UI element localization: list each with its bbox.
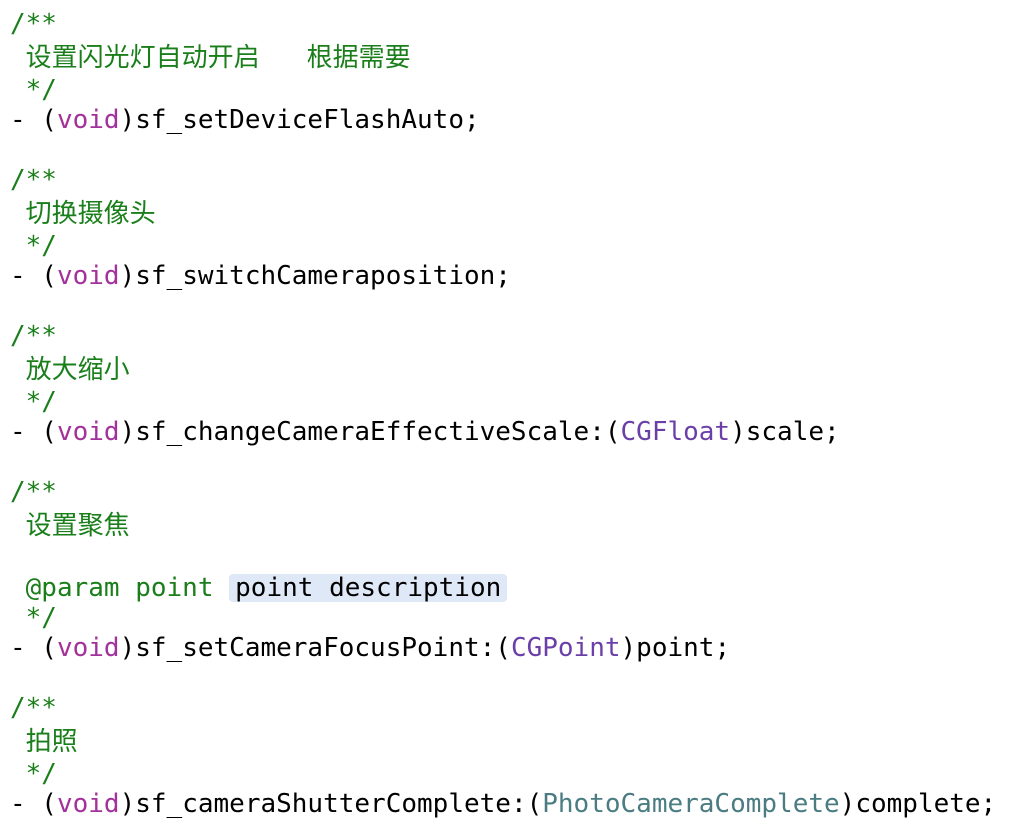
method-declaration[interactable]: - (void)sf_switchCameraposition; [10, 260, 511, 292]
doc-comment-close: */ [10, 387, 57, 417]
method-declaration[interactable]: - (void)sf_changeCameraEffectiveScale:(C… [10, 416, 840, 448]
doc-comment-open: /** [10, 477, 57, 507]
doc-comment-close: */ [10, 759, 57, 789]
method-declaration[interactable]: - (void)sf_cameraShutterComplete:(PhotoC… [10, 788, 996, 820]
doc-comment-text: 切换摄像头 [10, 199, 156, 229]
doc-comment-open: /** [10, 693, 57, 723]
doc-comment-close: */ [10, 231, 57, 261]
method-declaration[interactable]: - (void)sf_setCameraFocusPoint:(CGPoint)… [10, 632, 730, 664]
code-editor[interactable]: /** 设置闪光灯自动开启 根据需要 */ - (void)sf_setDevi… [10, 0, 1028, 838]
doc-comment-text: 拍照 [10, 727, 78, 757]
doc-comment-open: /** [10, 165, 57, 195]
doc-param-line: @param point point description [10, 572, 508, 604]
doc-comment-text: 设置聚焦 [10, 511, 130, 541]
method-declaration[interactable]: - (void)sf_setDeviceFlashAuto; [10, 104, 480, 136]
placeholder-token[interactable]: point description [229, 574, 508, 602]
doc-comment-text: 放大缩小 [10, 355, 130, 385]
doc-comment-close: */ [10, 75, 57, 105]
doc-comment-text: 设置闪光灯自动开启 根据需要 [10, 43, 411, 73]
doc-comment-close: */ [10, 603, 57, 633]
doc-comment-open: /** [10, 321, 57, 351]
doc-comment-open: /** [10, 9, 57, 39]
